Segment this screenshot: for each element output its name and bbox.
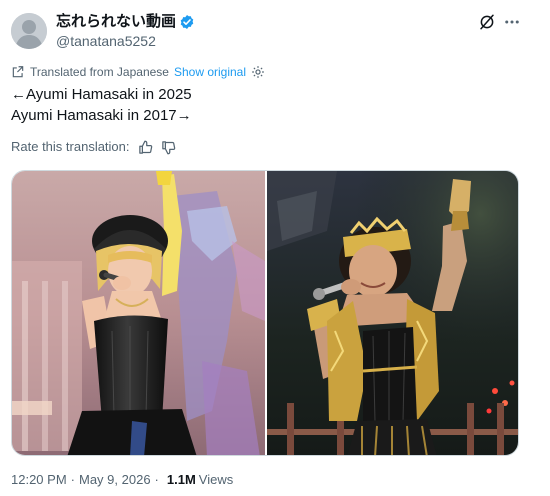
views-count[interactable]: 1.1M (167, 471, 196, 488)
tweet-text-line-1: ←Ayumi Hamasaki in 2025 (11, 86, 192, 103)
media-grid (11, 170, 519, 456)
author-handle[interactable]: @tanatana5252 (56, 32, 156, 50)
author-name-text[interactable]: 忘れられない動画 (56, 13, 176, 31)
meta-separator: · (70, 472, 75, 487)
translation-notice: Translated from Japanese Show original (11, 64, 265, 80)
meta-separator-2: · (154, 472, 159, 487)
translation-notice-text: Translated from Japanese (30, 65, 169, 79)
rate-translation: Rate this translation: (11, 138, 176, 156)
tweet-text: ←Ayumi Hamasaki in 2025 Ayumi Hamasaki i… (11, 84, 192, 126)
more-options-icon[interactable] (503, 13, 521, 31)
tweet-time[interactable]: 12:20 PM (11, 471, 67, 488)
author-display-name[interactable]: 忘れられない動画 (56, 13, 195, 31)
tweet: 忘れられない動画 @tanatana5252 Translated from J… (0, 0, 550, 496)
photo-2017[interactable] (267, 171, 518, 455)
translation-settings-icon[interactable] (251, 65, 265, 79)
thumbs-down-icon[interactable] (161, 140, 176, 155)
thumbs-up-icon[interactable] (138, 140, 153, 155)
translate-icon (11, 65, 25, 79)
tweet-text-line-2: Ayumi Hamasaki in 2017→ (11, 107, 192, 124)
verified-badge-icon[interactable] (179, 14, 195, 30)
avatar[interactable] (11, 13, 47, 49)
tweet-date[interactable]: May 9, 2026 (79, 471, 151, 488)
tweet-meta: 12:20 PM · May 9, 2026 · 1.1M Views (11, 471, 233, 488)
rate-translation-label: Rate this translation: (11, 139, 130, 154)
views-label[interactable]: Views (199, 471, 233, 488)
show-original-link[interactable]: Show original (174, 64, 246, 80)
grok-icon[interactable] (478, 13, 496, 31)
photo-2025[interactable] (12, 171, 265, 455)
